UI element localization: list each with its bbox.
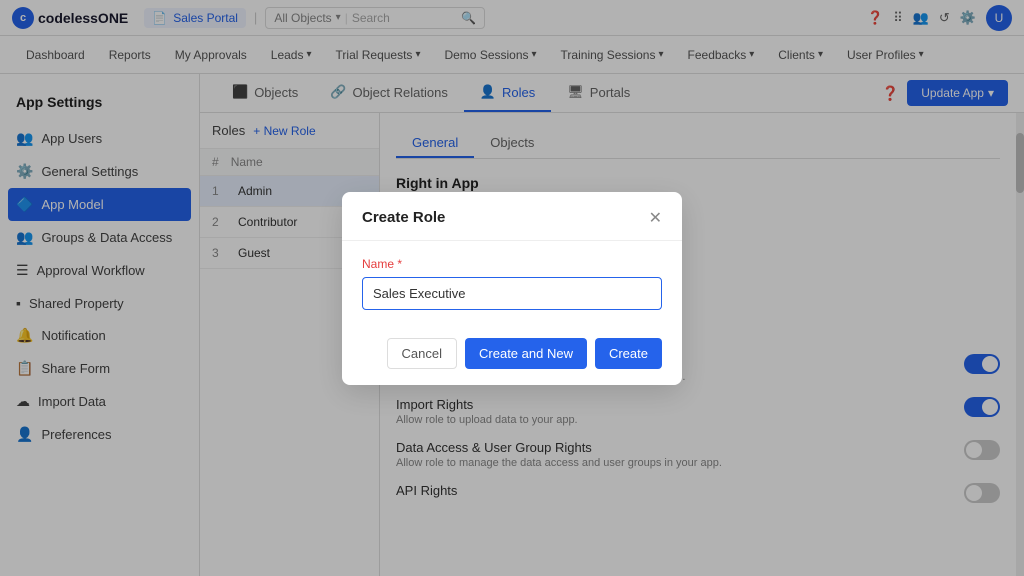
modal-body: Name * bbox=[342, 241, 682, 326]
role-name-input[interactable] bbox=[362, 277, 662, 310]
modal-title: Create Role bbox=[362, 209, 445, 226]
cancel-button[interactable]: Cancel bbox=[387, 338, 457, 369]
create-and-new-button[interactable]: Create and New bbox=[465, 338, 587, 369]
modal-header: Create Role ✕ bbox=[342, 192, 682, 241]
required-indicator: * bbox=[397, 257, 402, 271]
modal-overlay: Create Role ✕ Name * Cancel Create and N… bbox=[0, 0, 1024, 576]
create-button[interactable]: Create bbox=[595, 338, 662, 369]
modal-name-label: Name * bbox=[362, 257, 662, 271]
modal-footer: Cancel Create and New Create bbox=[342, 326, 682, 385]
modal-close-button[interactable]: ✕ bbox=[649, 208, 662, 228]
create-role-modal: Create Role ✕ Name * Cancel Create and N… bbox=[342, 192, 682, 385]
